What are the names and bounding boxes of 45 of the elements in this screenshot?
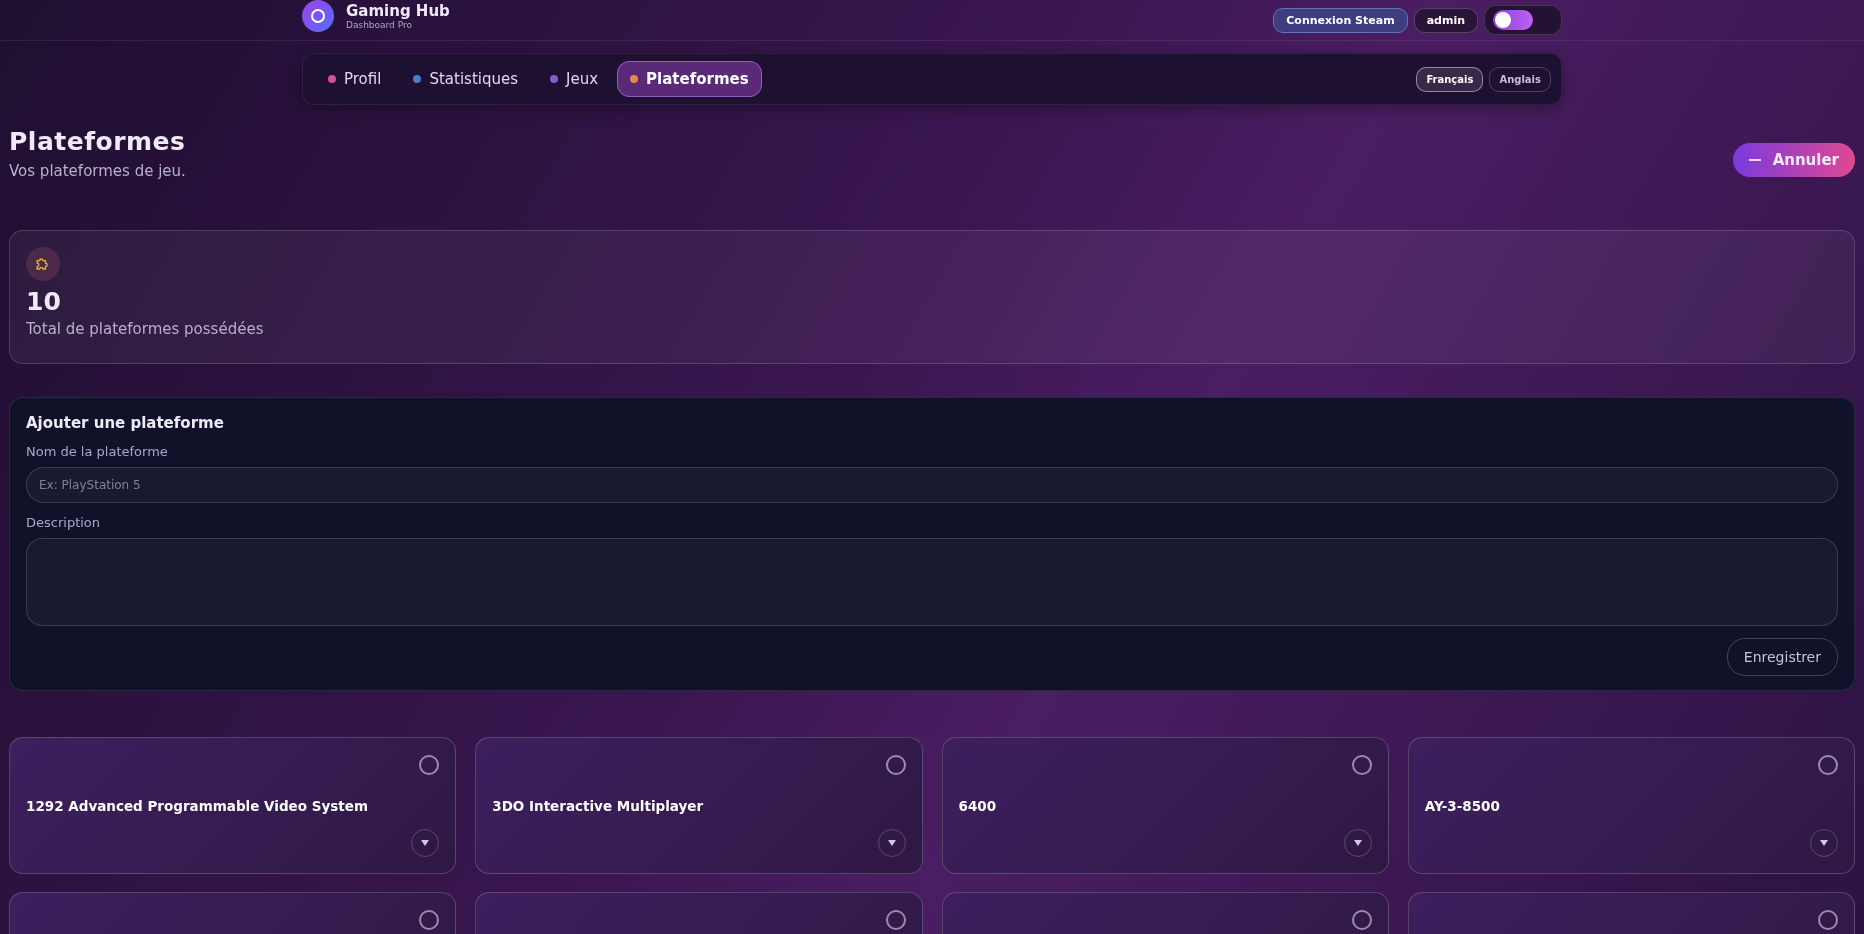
- field-label: Nom de la plateforme: [26, 444, 169, 459]
- select-radio[interactable]: [1818, 910, 1838, 930]
- stat-label: Total de plateformes possédées: [26, 320, 264, 338]
- caret-icon: [887, 840, 896, 846]
- page-title: Plateformes: [9, 127, 186, 156]
- description-input[interactable]: [26, 538, 1838, 626]
- select-radio[interactable]: [1351, 755, 1372, 775]
- cancel-button[interactable]: Annuler: [1732, 143, 1855, 177]
- select-radio[interactable]: [885, 910, 906, 930]
- field-label: Description: [26, 515, 102, 530]
- page-subtitle: Vos plateformes de jeu.: [9, 162, 186, 180]
- brand-title: Gaming Hub: [346, 2, 450, 20]
- select-radio[interactable]: [419, 910, 440, 930]
- select-radio[interactable]: [1818, 755, 1838, 775]
- nav-tab[interactable]: Statistiques: [400, 61, 531, 97]
- platform-card[interactable]: 1292 Advanced Programmable Video System: [9, 737, 457, 874]
- logo-icon: [302, 0, 334, 32]
- caret-icon: [421, 840, 430, 846]
- nav-tab[interactable]: Profil: [315, 61, 395, 97]
- platform-name: 3DO Interactive Multiplayer: [492, 797, 704, 814]
- steam-login-button[interactable]: Connexion Steam: [1273, 7, 1408, 33]
- minus-icon: [1748, 159, 1761, 161]
- platform-card[interactable]: 3DO Interactive Multiplayer: [475, 737, 923, 874]
- platform-name: 6400: [958, 797, 997, 814]
- user-button[interactable]: admin: [1413, 7, 1478, 33]
- platform-card[interactable]: 6400: [941, 737, 1389, 874]
- stat-value: 10: [26, 287, 61, 316]
- platform-name: AY-3-8500: [1424, 797, 1500, 814]
- nav-tab[interactable]: Plateformes: [617, 61, 762, 97]
- select-radio[interactable]: [419, 755, 440, 775]
- language-button[interactable]: Anglais: [1489, 66, 1551, 92]
- nav-tab[interactable]: Jeux: [537, 61, 612, 97]
- language-button[interactable]: Français: [1416, 66, 1484, 92]
- theme-toggle[interactable]: [1493, 10, 1533, 30]
- caret-icon: [1353, 840, 1362, 846]
- brand-subtitle: Dashboard Pro: [346, 20, 413, 30]
- save-button[interactable]: Enregistrer: [1726, 638, 1838, 676]
- select-radio[interactable]: [885, 755, 906, 775]
- name-input[interactable]: Ex: PlayStation 5: [26, 467, 1838, 503]
- select-radio[interactable]: [1351, 910, 1372, 930]
- platform-name: 1292 Advanced Programmable Video System: [26, 797, 368, 814]
- form-title: Ajouter une plateforme: [26, 414, 225, 432]
- caret-icon: [1820, 840, 1828, 846]
- platform-card[interactable]: AY-3-8500: [1407, 737, 1855, 874]
- puzzle-icon: [26, 247, 60, 281]
